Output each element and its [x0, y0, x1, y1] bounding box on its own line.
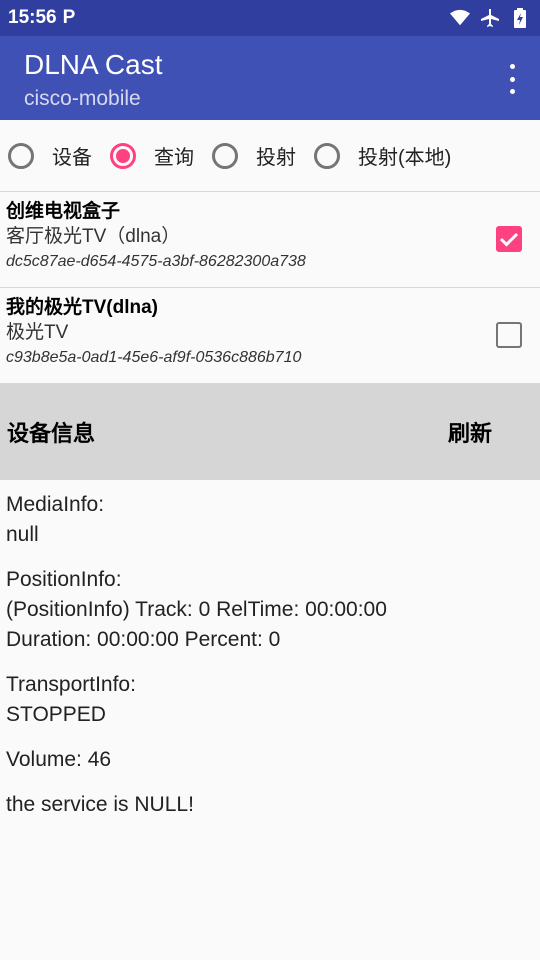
- status-bar: 15:56 P: [0, 0, 540, 36]
- device-info-header: 设备信息 刷新: [0, 384, 540, 480]
- device-list-item[interactable]: 我的极光TV(dlna) 极光TV c93b8e5a-0ad1-45e6-af9…: [0, 288, 540, 384]
- wifi-icon: [450, 8, 470, 28]
- battery-icon: [510, 8, 530, 28]
- radio-button[interactable]: [314, 142, 340, 169]
- app-bar: DLNA Cast cisco-mobile: [0, 36, 540, 120]
- radio-query[interactable]: 查询: [110, 141, 194, 170]
- radio-device[interactable]: 设备: [8, 141, 92, 170]
- device-description: 客厅极光TV（dlna）: [6, 226, 181, 247]
- device-checkbox-checked[interactable]: [496, 226, 522, 252]
- radio-label: 投射: [256, 147, 296, 169]
- radio-label: 投射(本地): [358, 147, 452, 169]
- device-name: 我的极光TV(dlna): [6, 297, 158, 318]
- radio-cast[interactable]: 投射: [212, 141, 296, 170]
- device-list-item[interactable]: 创维电视盒子 客厅极光TV（dlna） dc5c87ae-d654-4575-a…: [0, 192, 540, 288]
- service-status: the service is NULL!: [6, 793, 194, 816]
- radio-cast-local[interactable]: 投射(本地): [314, 141, 451, 170]
- device-uuid: dc5c87ae-d654-4575-a3bf-86282300a738: [6, 253, 306, 270]
- parking-icon: P: [62, 7, 76, 28]
- app-subtitle: cisco-mobile: [24, 87, 141, 110]
- app-title: DLNA Cast: [24, 49, 163, 80]
- device-checkbox[interactable]: [496, 322, 522, 348]
- more-options-icon[interactable]: [504, 64, 520, 94]
- transport-info: TransportInfo: STOPPED: [6, 673, 136, 726]
- device-info-content: MediaInfo: null PositionInfo: (PositionI…: [0, 480, 540, 845]
- status-time: 15:56: [8, 7, 57, 28]
- radio-button[interactable]: [8, 142, 34, 169]
- device-description: 极光TV: [6, 322, 69, 343]
- device-name: 创维电视盒子: [6, 201, 121, 222]
- radio-label: 查询: [154, 147, 194, 169]
- device-uuid: c93b8e5a-0ad1-45e6-af9f-0536c886b710: [6, 349, 302, 366]
- radio-button-selected[interactable]: [110, 142, 136, 169]
- mode-radio-group: 设备 查询 投射 投射(本地): [0, 120, 540, 192]
- volume-info: Volume: 46: [6, 748, 112, 771]
- airplane-icon: [480, 8, 500, 28]
- refresh-button[interactable]: 刷新: [448, 416, 492, 448]
- position-info: PositionInfo: (PositionInfo) Track: 0 Re…: [6, 568, 387, 651]
- check-icon: [499, 232, 519, 247]
- media-info: MediaInfo: null: [6, 493, 105, 546]
- radio-label: 设备: [52, 147, 92, 169]
- radio-button[interactable]: [212, 142, 238, 169]
- device-info-title: 设备信息: [7, 421, 96, 446]
